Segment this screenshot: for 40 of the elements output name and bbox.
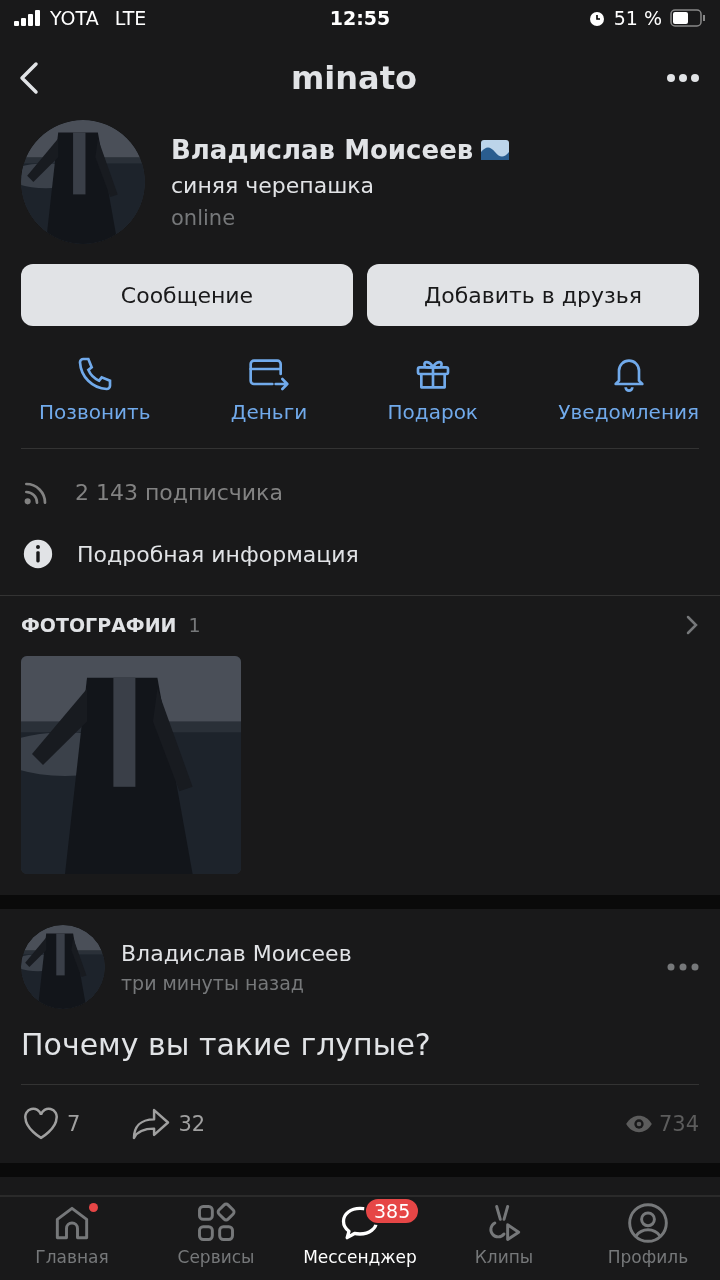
action-button[interactable]: Деньги [230, 354, 308, 424]
section-title: ФОТОГРАФИИ [21, 614, 177, 636]
more-button[interactable] [666, 73, 700, 83]
action-button[interactable]: Подарок [387, 354, 478, 424]
share-count: 32 [178, 1112, 206, 1136]
user-icon [626, 1201, 670, 1245]
heart-icon[interactable] [21, 1107, 61, 1141]
header-title: minato [291, 59, 417, 97]
alarm-icon [587, 9, 606, 27]
like-count: 7 [67, 1112, 81, 1136]
unread-badge: 385 [364, 1197, 421, 1225]
clock: 12:55 [329, 7, 391, 29]
battery-icon [670, 9, 706, 27]
post-author[interactable]: Владислав Моисеев [121, 940, 651, 966]
details-link[interactable]: Подробная информация [77, 541, 359, 567]
view-count: 734 [658, 1112, 699, 1136]
battery-percent: 51 % [613, 7, 662, 29]
nav-tab[interactable]: Главная [0, 1201, 144, 1280]
action-button[interactable]: Позвонить [39, 354, 151, 424]
info-icon [21, 537, 55, 571]
profile-name: Владислав Моисеев [171, 134, 474, 165]
chevron-icon[interactable] [685, 614, 699, 636]
nav-tab[interactable]: Профиль [576, 1201, 720, 1280]
signal-icon [14, 10, 42, 26]
post-time: три минуты назад [121, 971, 305, 994]
eye-icon [624, 1114, 653, 1134]
profile-status: синяя черепашка [171, 172, 376, 198]
more-icon[interactable] [667, 963, 699, 971]
message-button[interactable]: Сообщение [21, 264, 353, 326]
carrier: YOTA [50, 7, 99, 29]
post-text: Почему вы такие глупые? [21, 1027, 432, 1062]
photo-count: 1 [188, 614, 201, 636]
presence-text: online [171, 205, 237, 230]
followers-count: 2 143 подписчика [75, 479, 283, 505]
nav-tab[interactable]: Клипы [432, 1201, 576, 1280]
action-button[interactable]: Уведомления [558, 354, 699, 424]
nav-tab[interactable]: Сервисы [144, 1201, 288, 1280]
wave-icon [481, 139, 510, 160]
add-friend-button[interactable]: Добавить в друзья [367, 264, 699, 326]
network-type: LTE [114, 7, 147, 29]
